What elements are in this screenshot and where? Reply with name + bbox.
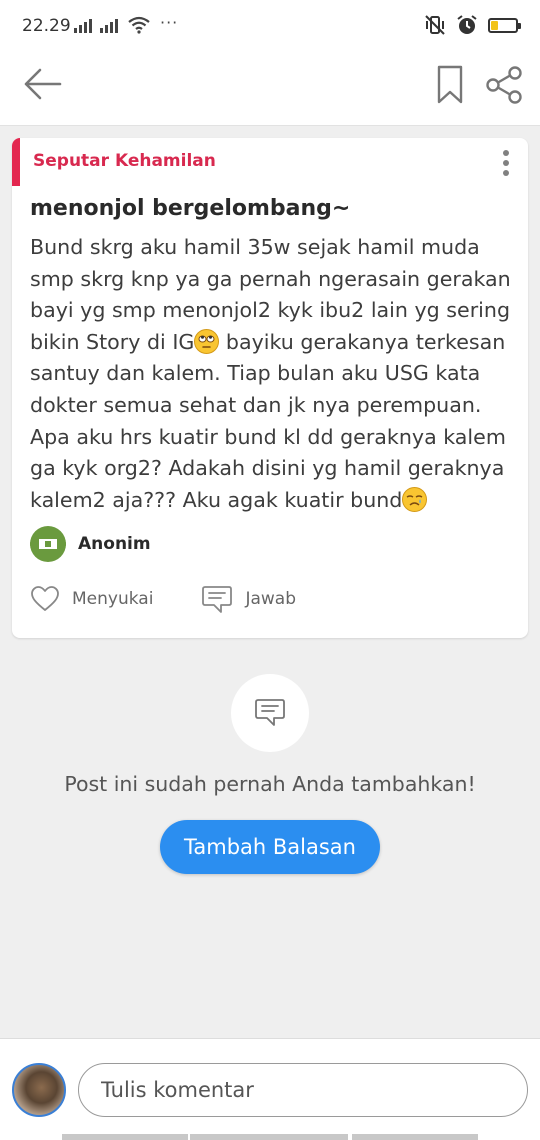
post-actions: Menyukai Jawab — [30, 584, 296, 614]
post-title: menonjol bergelombang~ — [30, 196, 351, 221]
nav-hint-bar — [352, 1134, 478, 1140]
comment-icon — [202, 586, 233, 613]
nav-hint-bar — [62, 1134, 188, 1140]
bookmark-button[interactable] — [436, 65, 464, 105]
vibrate-icon — [425, 15, 445, 35]
crying-emoji-icon — [402, 486, 428, 512]
category-accent-bar — [12, 138, 20, 186]
heart-icon — [31, 586, 59, 611]
comment-bubble-icon — [255, 699, 285, 726]
more-options-button[interactable] — [498, 150, 514, 176]
share-icon — [486, 66, 522, 104]
app-bar — [0, 52, 540, 126]
battery-icon — [488, 17, 521, 33]
empty-state-icon-circle — [231, 674, 309, 752]
post-category[interactable]: Seputar Kehamilan — [33, 151, 216, 171]
arrow-left-icon — [24, 68, 62, 100]
post-body-segment: bayiku gerakanya terkesan — [219, 329, 506, 354]
status-right-icons — [424, 14, 521, 36]
reply-button[interactable]: Jawab — [201, 584, 296, 614]
add-reply-button[interactable]: Tambah Balasan — [160, 820, 380, 874]
post-body-line: bikin Story di IG bayiku gerakanya terke… — [30, 327, 516, 359]
post-body-line: ga kyk org2? Adakah disini yg hamil gera… — [30, 456, 505, 481]
post-body-segment: bikin Story di IG — [30, 329, 195, 354]
like-button[interactable]: Menyukai — [30, 585, 153, 613]
back-button[interactable] — [22, 66, 64, 102]
post-body-line: kalem2 aja??? Aku agak kuatir bund — [30, 485, 516, 517]
post-body-line: Apa aku hrs kuatir bund kl dd geraknya k… — [30, 424, 506, 449]
post-body-line: smp skrg knp ya ga pernah ngerasain gera… — [30, 266, 511, 291]
reply-label: Jawab — [245, 589, 296, 609]
status-bar: 22.29 ··· — [0, 0, 540, 52]
share-button[interactable] — [484, 66, 524, 104]
post-body-line: dokter semua sehat dan jk nya perempuan. — [30, 392, 482, 417]
signal-icon — [74, 17, 92, 33]
anonymous-avatar — [30, 526, 66, 562]
post-card: Seputar Kehamilan menonjol bergelombang~… — [12, 138, 528, 638]
signal-icon-2 — [100, 17, 118, 33]
comment-input[interactable] — [78, 1063, 528, 1117]
post-body-segment: kalem2 aja??? Aku agak kuatir bund — [30, 487, 403, 512]
post-body-line: bayi yg smp menonjol2 kyk ibu2 lain yg s… — [30, 298, 511, 323]
more-vertical-icon — [503, 150, 509, 156]
post-body: Bund skrg aku hamil 35w sejak hamil muda… — [30, 232, 516, 516]
user-avatar[interactable] — [12, 1063, 66, 1117]
comment-bar — [0, 1038, 540, 1140]
like-label: Menyukai — [72, 589, 154, 609]
alarm-icon — [457, 15, 477, 34]
eye-roll-emoji-icon — [194, 328, 220, 354]
post-body-line: Bund skrg aku hamil 35w sejak hamil muda — [30, 235, 480, 259]
status-more-dots: ··· — [160, 13, 179, 32]
nav-hint-bar — [190, 1134, 348, 1140]
post-body-line: santuy dan kalem. Tiap bulan aku USG kat… — [30, 361, 481, 386]
post-author[interactable]: Anonim — [30, 526, 151, 562]
empty-state-message: Post ini sudah pernah Anda tambahkan! — [64, 772, 476, 796]
wifi-icon — [128, 16, 150, 34]
status-time: 22.29 — [22, 16, 71, 36]
author-name: Anonim — [78, 534, 151, 554]
bookmark-icon — [437, 65, 463, 104]
